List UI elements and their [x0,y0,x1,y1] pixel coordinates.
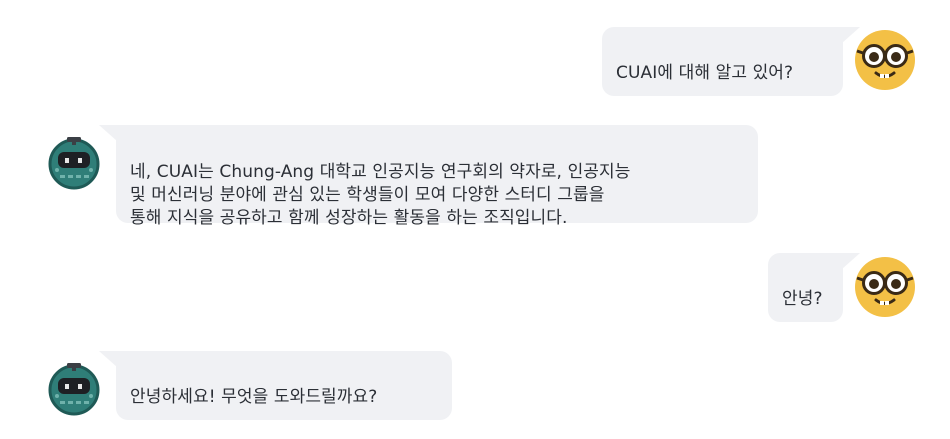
message-bubble: 네, CUAI는 Chung-Ang 대학교 인공지능 연구회의 약자로, 인공… [116,125,758,228]
chat-transcript: CUAI에 대해 알고 있어? 네, CUAI는 Chung-Ang 대학교 인… [0,0,950,439]
nerd-face-icon [855,257,915,317]
message-text: 네, CUAI는 Chung-Ang 대학교 인공지능 연구회의 약자로, 인공… [130,162,631,228]
message-text: 안녕? [782,289,823,309]
message-text: CUAI에 대해 알고 있어? [616,63,794,83]
message-bubble: 안녕? [768,253,843,322]
robot-icon [48,363,100,416]
message-text: 안녕하세요! 무엇을 도와드릴까요? [130,387,378,407]
message-bubble: CUAI에 대해 알고 있어? [602,27,843,96]
bubble-tail [99,351,117,367]
nerd-face-icon [855,30,915,90]
robot-icon [48,137,100,190]
bubble-tail [99,125,117,141]
message-bubble: 안녕하세요! 무엇을 도와드릴까요? [116,351,452,420]
